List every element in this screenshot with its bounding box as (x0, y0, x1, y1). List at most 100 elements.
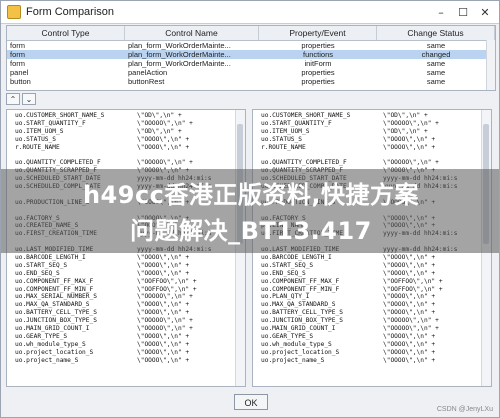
overlay-text-line1: h49cc香港正版资料,快捷方案 (82, 181, 420, 209)
code-field-value (137, 151, 245, 159)
code-field-name: r.ROUTE_NAME (261, 143, 306, 151)
code-field-value: \"OOFFOO\",\n" + (137, 285, 197, 293)
code-line: uo.project_location_S \"OOOO\",\n" + (7, 349, 245, 357)
close-icon[interactable]: ✕ (477, 5, 493, 19)
code-field-value: \"OOOOO\",\n" + (383, 119, 439, 127)
code-line: uo.MAX_QA_STANDARD_S \"OOOO\",\n" + (253, 301, 491, 309)
column-header-property-event[interactable]: Property/Event (259, 26, 377, 40)
code-line: uo.ITEM_UOM_S \"OD\",\n" + (253, 128, 491, 136)
code-line: uo.START_SEQ_S \"OOOO\",\n" + (7, 262, 245, 270)
code-field-value: \"OOOO\",\n" + (137, 269, 190, 277)
maximize-icon[interactable]: ☐ (455, 5, 471, 19)
code-field-name: uo.COMPONENT_FF_MAX_F (15, 277, 94, 285)
code-field-value: \"OOFFOO\",\n" + (383, 285, 443, 293)
overlay-text-line2: 问题解决_BT13.417 (130, 217, 372, 245)
code-line: uo.MAIN_GRID_COUNT_I \"OOOOO\",\n" + (253, 325, 491, 333)
table-scrollbar[interactable] (486, 40, 495, 90)
code-field-name: uo.JUNCTION_BOX_TYPE_S (15, 317, 97, 325)
table-cell-prop: initForm (304, 59, 332, 68)
code-field-value: \"OOOO\",\n" + (137, 340, 190, 348)
table-row[interactable]: form plan_form_WorkOrderMainte... properti… (7, 41, 495, 50)
code-field-name: uo.START_SEQ_S (15, 261, 68, 269)
code-field-value: \"OOOO\",\n" + (137, 301, 190, 309)
table-row[interactable]: form plan_form_WorkOrderMainte... function… (7, 50, 495, 59)
code-field-name: uo.MAX_SERIAL_NUMBER_S (15, 293, 97, 301)
code-field-value (137, 365, 245, 373)
code-line: uo.COMPONENT_FF_MAX_F \"OOFFOO\",\n" + (253, 278, 491, 286)
table-cell-status: changed (421, 50, 451, 59)
table-row[interactable]: button buttonRest properties same (7, 77, 495, 86)
code-field-value: \"OD\",\n" + (383, 127, 428, 135)
column-header-control-type[interactable]: Control Type (7, 26, 125, 40)
code-line: r.ROUTE_NAME \"OOOO\",\n" + (253, 144, 491, 152)
next-diff-button[interactable]: ⌄ (22, 93, 36, 105)
code-line: uo.BATTERY_CELL_TYPE_S \"OOOO\",\n" + (7, 309, 245, 317)
code-field-name: uo.ITEM_UOM_S (261, 127, 310, 135)
code-field-value: \"OOOO\",\n" + (383, 254, 436, 262)
minimize-icon[interactable]: – (433, 5, 449, 19)
code-line: uo.CUSTOMER_SHORT_NAME_S \"OD\",\n" + (7, 112, 245, 120)
table-body: form plan_form_WorkOrderMainte... properti… (7, 41, 495, 86)
code-field-name: uo.project_name_S (15, 356, 79, 364)
table-cell-name: plan_form_WorkOrderMainte... (128, 59, 231, 68)
title-bar[interactable]: Form Comparison – ☐ ✕ (1, 1, 499, 24)
table-cell-type: form (10, 59, 25, 68)
table-cell-status: same (426, 77, 446, 86)
diff-toolbar: ⌃ ⌄ (6, 93, 36, 107)
code-field-value: \"OOOO\",\n" + (137, 332, 190, 340)
table-row[interactable]: panel panelAction properties same (7, 68, 495, 77)
code-field-value: \"OOOO\",\n" + (383, 293, 436, 301)
code-field-name: uo.wh_module_type_S (261, 340, 332, 348)
code-line: uo.JUNCTION_BOX_TYPE_S \"OOOOO\",\n" + (7, 317, 245, 325)
code-line (7, 365, 245, 373)
code-line: uo.wh_module_type_S \"OOOO\",\n" + (253, 341, 491, 349)
previous-diff-button[interactable]: ⌃ (6, 93, 20, 105)
column-header-control-name[interactable]: Control Name (125, 26, 259, 40)
code-field-name: uo.CUSTOMER_SHORT_NAME_S (261, 112, 351, 119)
code-field-name: uo.PLAN_QTY_I (261, 293, 310, 301)
code-line: uo.project_name_S \"OOOO\",\n" + (7, 357, 245, 365)
code-line: uo.MAX_SERIAL_NUMBER_S \"OOOOO\",\n" + (7, 293, 245, 301)
code-field-name: uo.GEAR_TYPE_S (261, 332, 314, 340)
code-field-value: \"OOOOO\",\n" + (137, 159, 193, 167)
code-line: uo.CUSTOMER_SHORT_NAME_S \"OD\",\n" + (253, 112, 491, 120)
code-field-value: \"OOOO\",\n" + (383, 143, 436, 151)
code-field-name: uo.BARCODE_LENGTH_I (15, 254, 86, 262)
table-cell-type: form (10, 50, 25, 59)
code-line: uo.ITEM_UOM_S \"OD\",\n" + (7, 128, 245, 136)
code-field-value: \"OD\",\n" + (383, 112, 428, 119)
code-line: uo.PLAN_QTY_I \"OOOO\",\n" + (253, 293, 491, 301)
code-line: uo.QUANTITY_COMPLETED_F \"OOOOO\",\n" + (7, 159, 245, 167)
code-line: uo.COMPONENT_FF_MIN_F \"OOFFOO\",\n" + (7, 286, 245, 294)
code-field-value: \"OOOO\",\n" + (137, 254, 190, 262)
code-field-name: uo.START_QUANTITY_F (261, 119, 332, 127)
code-field-value: \"OOOOO\",\n" + (137, 325, 193, 333)
table-cell-name: panelAction (128, 68, 168, 77)
code-field-value: \"OOOO\",\n" + (383, 356, 436, 364)
code-line: uo.JUNCTION_BOX_TYPE_S \"OOOOO\",\n" + (253, 317, 491, 325)
code-line: uo.START_QUANTITY_F \"OOOOO\",\n" + (253, 120, 491, 128)
table-row[interactable]: form plan_form_WorkOrderMainte... initForm… (7, 59, 495, 68)
code-field-name: uo.MAX_QA_STANDARD_S (261, 301, 336, 309)
code-line: uo.STATUS_S \"OOOO\",\n" + (7, 136, 245, 144)
code-field-name: uo.JUNCTION_BOX_TYPE_S (261, 317, 343, 325)
code-field-name: uo.COMPONENT_FF_MIN_F (15, 285, 94, 293)
code-field-name: uo.GEAR_TYPE_S (15, 332, 68, 340)
ok-button[interactable]: OK (234, 394, 268, 410)
code-field-name (253, 151, 383, 159)
window-controls: – ☐ ✕ (433, 5, 493, 19)
table-cell-type: button (10, 77, 31, 86)
code-field-value: \"OOOOO\",\n" + (383, 317, 439, 325)
code-line: uo.BARCODE_LENGTH_I \"OOOO\",\n" + (253, 254, 491, 262)
code-field-value: \"OD\",\n" + (137, 127, 182, 135)
column-header-change-status[interactable]: Change Status (377, 26, 495, 40)
code-line: r.ROUTE_NAME \"OOOO\",\n" + (7, 144, 245, 152)
code-line: uo.BARCODE_LENGTH_I \"OOOO\",\n" + (7, 254, 245, 262)
code-field-name: uo.COMPONENT_FF_MIN_F (261, 285, 340, 293)
code-field-value (383, 365, 491, 373)
table-cell-name: plan_form_WorkOrderMainte... (128, 50, 231, 59)
code-field-value: \"OOOO\",\n" + (137, 261, 190, 269)
code-field-name: uo.BATTERY_CELL_TYPE_S (15, 309, 97, 317)
code-line: uo.BATTERY_CELL_TYPE_S \"OOOO\",\n" + (253, 309, 491, 317)
table-cell-status: same (426, 68, 446, 77)
